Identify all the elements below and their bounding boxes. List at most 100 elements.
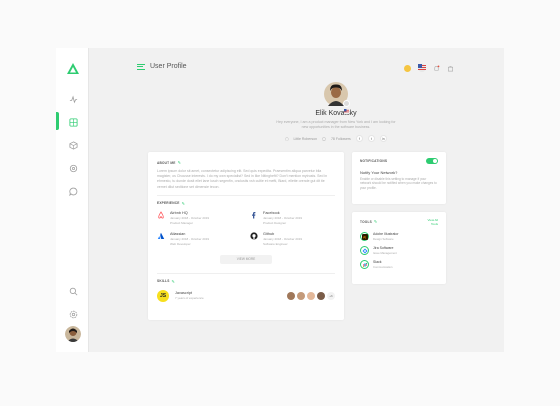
about-text: Lorem ipsum dolor sit amet, consectetur … — [157, 169, 328, 189]
header-actions — [404, 64, 454, 72]
illustrator-icon: Ai — [360, 232, 369, 241]
divider — [157, 272, 335, 274]
profile-bio: Hey everyone, I am a product manager fro… — [276, 120, 396, 129]
notifications-card: NOTIFICATIONS Notify Your Network? Enabl… — [352, 152, 446, 204]
edit-icon[interactable]: ✎ — [178, 160, 182, 165]
skills-title: SKILLS — [157, 279, 170, 284]
tool-name: Slack — [373, 260, 382, 264]
view-all-tools-link[interactable]: View All Tools — [428, 218, 438, 226]
experience-item[interactable]: Atlassian January 2018 - October 2019 We… — [157, 232, 242, 246]
avatar[interactable] — [297, 291, 305, 300]
experience-item[interactable]: Airbnb HQ January 2018 - October 2019 Pr… — [157, 211, 242, 225]
settings-icon[interactable] — [68, 163, 78, 173]
tool-item[interactable]: Ai Adobe Illustrator Design Software — [360, 232, 438, 241]
followers-icon: ◯ — [322, 136, 326, 141]
tool-category: Design Software — [373, 237, 394, 241]
page-header: User Profile — [137, 63, 187, 70]
tool-name: Jira Software — [373, 246, 394, 250]
experience-role: Product Manager — [170, 220, 194, 225]
bell-icon[interactable] — [433, 65, 440, 72]
experience-company: Facebook — [263, 210, 280, 215]
about-section-title: ABOUT ME ✎ — [157, 160, 335, 165]
profile-avatar[interactable] — [324, 82, 350, 114]
experience-item[interactable]: Facebook January 2018 - October 2019 Pro… — [250, 211, 335, 225]
location-icon: ▢ — [285, 136, 289, 141]
profile-meta: ▢ Little Roberson ◯ 78 Followers f t in — [236, 135, 436, 142]
profile-location: Little Roberson — [293, 136, 318, 141]
tools-card: TOOLS ✎ View All Tools Ai Adobe Illustra… — [352, 212, 446, 284]
endorsers: +6 — [287, 291, 335, 300]
skill-item[interactable]: JS Javascript 7 years of experience +6 — [157, 289, 335, 302]
tool-category: Communication — [373, 265, 393, 269]
active-indicator — [56, 112, 59, 130]
skills-section-title: SKILLS ✎ — [157, 279, 335, 284]
flag-badge-icon — [343, 100, 350, 114]
profile-followers[interactable]: 78 Followers — [331, 137, 351, 141]
about-title: ABOUT ME — [157, 160, 176, 165]
divider — [157, 194, 335, 196]
box-icon[interactable] — [68, 140, 78, 150]
search-icon[interactable] — [68, 286, 78, 296]
profile-card: ABOUT ME ✎ Lorem ipsum dolor sit amet, c… — [148, 152, 344, 320]
tool-category: Issue Management — [373, 251, 397, 255]
atlassian-icon — [157, 232, 165, 240]
experience-company: Github — [263, 231, 275, 236]
facebook-icon[interactable]: f — [355, 135, 363, 142]
page-title: User Profile — [150, 63, 187, 70]
experience-dates: January 2018 - October 2019 — [170, 215, 210, 220]
sidebar — [56, 48, 89, 352]
javascript-icon: JS — [157, 289, 169, 302]
experience-company: Airbnb HQ — [170, 210, 188, 215]
logo-icon[interactable] — [66, 62, 80, 76]
github-icon — [250, 232, 258, 240]
status-icon[interactable] — [404, 64, 411, 72]
gear-icon[interactable] — [68, 309, 78, 319]
twitter-icon[interactable]: t — [367, 135, 375, 142]
experience-role: Web Developer — [170, 241, 191, 246]
linkedin-icon[interactable]: in — [379, 135, 387, 142]
tools-title: TOOLS — [360, 219, 372, 224]
airbnb-icon — [157, 211, 165, 219]
edit-icon[interactable]: ✎ — [374, 219, 378, 224]
us-flag-icon[interactable] — [418, 64, 426, 72]
experience-dates: January 2018 - October 2019 — [170, 236, 210, 241]
avatar[interactable] — [287, 291, 295, 300]
experience-list: Airbnb HQ January 2018 - October 2019 Pr… — [157, 211, 335, 246]
experience-item[interactable]: Github January 2018 - October 2019 Softw… — [250, 232, 335, 246]
notify-description: Enable or disable this setting to manage… — [360, 177, 437, 190]
tool-name: Adobe Illustrator — [373, 232, 399, 236]
profile-name: Elik Kovalsky — [315, 110, 357, 117]
notify-toggle[interactable] — [426, 158, 438, 164]
menu-icon[interactable] — [137, 63, 145, 70]
experience-dates: January 2018 - October 2019 — [263, 215, 303, 220]
tool-item[interactable]: Jira Software Issue Management — [360, 246, 438, 255]
tool-item[interactable]: Slack Communication — [360, 260, 438, 269]
notify-heading: Notify Your Network? — [360, 170, 398, 175]
edit-icon[interactable]: ✎ — [172, 279, 176, 284]
grid-icon[interactable] — [68, 117, 78, 127]
edit-icon[interactable]: ✎ — [182, 201, 186, 206]
jira-icon — [360, 246, 369, 255]
avatar[interactable] — [307, 291, 315, 300]
cart-icon[interactable] — [447, 65, 454, 72]
app-window: User Profile Elik Kovalsky Hey everyone,… — [56, 48, 504, 352]
chat-icon[interactable] — [68, 186, 78, 196]
experience-section-title: EXPERIENCE ✎ — [157, 201, 335, 206]
activity-icon[interactable] — [68, 94, 78, 104]
experience-company: Atlassian — [170, 231, 186, 236]
avatar[interactable] — [65, 326, 81, 342]
slack-icon — [360, 260, 369, 269]
tools-section-title: TOOLS ✎ — [360, 219, 438, 224]
avatar[interactable] — [317, 291, 325, 300]
view-more-button[interactable]: VIEW MORE — [220, 254, 272, 264]
experience-dates: January 2018 - October 2019 — [263, 236, 303, 241]
profile-header: Elik Kovalsky Hey everyone, I am a produ… — [236, 82, 436, 142]
experience-title: EXPERIENCE — [157, 201, 180, 206]
experience-role: Product Designer — [263, 220, 287, 225]
more-endorsers[interactable]: +6 — [327, 291, 335, 300]
skill-name: Javascript — [175, 291, 193, 296]
svg-text:Ai: Ai — [363, 235, 366, 239]
experience-role: Software Engineer — [263, 241, 288, 246]
facebook-icon — [250, 211, 258, 219]
skill-experience: 7 years of experience — [175, 296, 204, 301]
